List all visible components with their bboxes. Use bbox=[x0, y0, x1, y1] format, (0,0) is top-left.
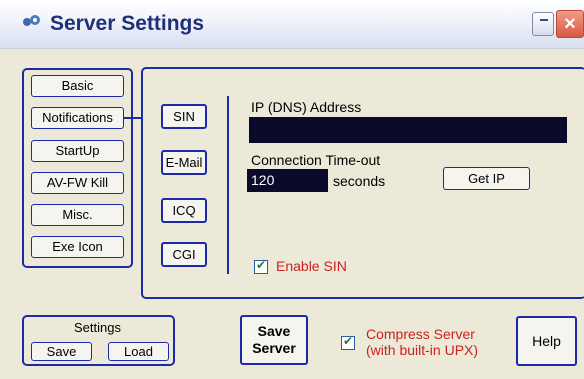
enable-sin-label: Enable SIN bbox=[276, 258, 347, 274]
window-title: Server Settings bbox=[50, 12, 205, 35]
close-button[interactable]: × bbox=[556, 10, 584, 38]
save-server-line1: Save bbox=[257, 323, 291, 339]
ip-address-input[interactable] bbox=[249, 117, 567, 143]
timeout-unit-label: seconds bbox=[333, 173, 386, 189]
nav-notifications-button[interactable]: Notifications bbox=[31, 107, 124, 129]
tab-icq[interactable]: ICQ bbox=[161, 198, 207, 223]
enable-sin-checkbox[interactable] bbox=[254, 258, 268, 274]
save-server-button[interactable]: Save Server bbox=[240, 315, 308, 365]
nav-misc-button[interactable]: Misc. bbox=[31, 204, 124, 226]
tab-sin[interactable]: SIN bbox=[161, 104, 207, 129]
save-server-line2: Server bbox=[252, 340, 296, 356]
nav-avfwkill-button[interactable]: AV-FW Kill bbox=[31, 172, 124, 194]
settings-save-button[interactable]: Save bbox=[31, 342, 92, 361]
tab-email[interactable]: E-Mail bbox=[161, 150, 207, 175]
timeout-input[interactable]: 120 bbox=[247, 169, 328, 192]
help-button[interactable]: Help bbox=[516, 316, 577, 366]
title-bar[interactable]: Server Settings × bbox=[0, 0, 584, 49]
settings-group-title: Settings bbox=[74, 320, 121, 335]
app-icon bbox=[23, 15, 40, 26]
nav-startup-button[interactable]: StartUp bbox=[31, 140, 124, 162]
get-ip-button[interactable]: Get IP bbox=[443, 167, 530, 190]
nav-basic-button[interactable]: Basic bbox=[31, 75, 124, 97]
tabs-separator bbox=[227, 96, 229, 274]
timeout-label: Connection Time-out bbox=[251, 152, 381, 168]
compress-line1: Compress Server bbox=[366, 326, 475, 342]
compress-server-label: Compress Server (with built-in UPX) bbox=[366, 326, 478, 358]
ip-address-label: IP (DNS) Address bbox=[251, 99, 362, 115]
settings-load-button[interactable]: Load bbox=[108, 342, 169, 361]
compress-server-checkbox[interactable] bbox=[341, 334, 355, 350]
nav-exeicon-button[interactable]: Exe Icon bbox=[31, 236, 124, 258]
compress-line2: (with built-in UPX) bbox=[366, 342, 479, 358]
minimize-button[interactable] bbox=[532, 12, 554, 36]
tab-cgi[interactable]: CGI bbox=[161, 242, 207, 267]
